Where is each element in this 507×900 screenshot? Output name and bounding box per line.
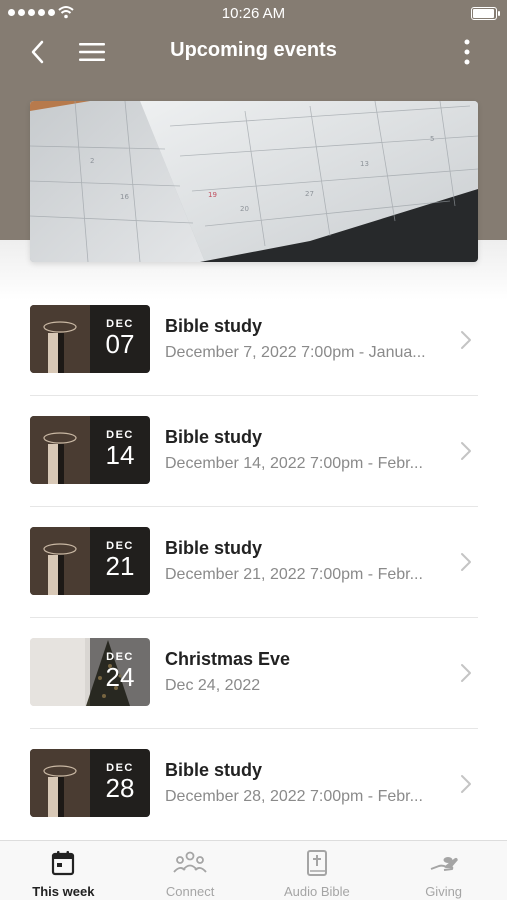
tab-label: Audio Bible xyxy=(283,884,350,899)
tab-label: Connect xyxy=(165,884,215,899)
event-row[interactable]: DEC 14 Bible study December 14, 2022 7:0… xyxy=(30,396,478,507)
calendar-icon xyxy=(52,851,75,876)
event-thumbnail: DEC 28 xyxy=(30,749,150,817)
event-thumbnail: DEC 14 xyxy=(30,416,150,484)
event-title: Bible study xyxy=(165,427,263,447)
tab-label: Giving xyxy=(425,884,463,899)
event-row[interactable]: DEC 24 Christmas Eve Dec 24, 2022 xyxy=(30,618,478,729)
event-row[interactable]: DEC 28 Bible study December 28, 2022 7:0… xyxy=(30,729,478,840)
tab-label: This week xyxy=(32,884,95,899)
tab-this-week[interactable]: This week xyxy=(0,841,127,900)
more-vertical-icon xyxy=(464,39,470,65)
tab-connect[interactable]: Connect xyxy=(127,841,254,900)
event-row[interactable]: DEC 21 Bible study December 21, 2022 7:0… xyxy=(30,507,478,618)
battery-icon xyxy=(471,7,500,20)
event-date-range: December 28, 2022 7:00pm - Febr... xyxy=(165,788,423,805)
date-day: 14 xyxy=(105,440,135,470)
date-badge: DEC 24 xyxy=(90,638,150,706)
status-time: 10:26 AM xyxy=(221,5,286,22)
event-row[interactable]: DEC 07 Bible study December 7, 2022 7:00… xyxy=(30,285,478,396)
date-badge: DEC 28 xyxy=(90,749,150,817)
event-date: Dec 24, 2022 xyxy=(165,677,261,694)
chevron-right-icon xyxy=(461,553,471,571)
date-badge: DEC 14 xyxy=(90,416,150,484)
svg-text:13: 13 xyxy=(360,160,369,168)
event-thumbnail: DEC 21 xyxy=(30,527,150,595)
status-bar: 10:26 AM xyxy=(0,0,507,28)
event-thumbnail: DEC 24 xyxy=(30,638,150,706)
event-title: Bible study xyxy=(165,538,263,558)
event-thumbnail: DEC 07 xyxy=(30,305,150,373)
date-day: 24 xyxy=(105,662,135,692)
svg-text:5: 5 xyxy=(430,135,434,143)
calendar-banner-image: 2 16 20 27 13 5 19 xyxy=(30,101,478,262)
date-day: 07 xyxy=(105,329,135,359)
date-badge: DEC 21 xyxy=(90,527,150,595)
people-icon xyxy=(173,851,207,873)
event-date-range: December 7, 2022 7:00pm - Janua... xyxy=(165,344,426,361)
svg-text:19: 19 xyxy=(208,191,217,199)
svg-text:2: 2 xyxy=(90,157,94,165)
chevron-right-icon xyxy=(461,664,471,682)
event-title: Bible study xyxy=(165,760,263,780)
date-day: 21 xyxy=(105,551,135,581)
navigation-bar: Upcoming events xyxy=(0,28,507,76)
giving-hand-icon xyxy=(430,857,458,871)
date-badge: DEC 07 xyxy=(90,305,150,373)
event-title: Christmas Eve xyxy=(165,649,291,669)
svg-text:16: 16 xyxy=(120,193,129,201)
tab-audio-bible[interactable]: Audio Bible xyxy=(254,841,381,900)
chevron-right-icon xyxy=(461,775,471,793)
event-date-range: December 14, 2022 7:00pm - Febr... xyxy=(165,455,423,472)
event-date-range: December 21, 2022 7:00pm - Febr... xyxy=(165,566,423,583)
page-title: Upcoming events xyxy=(170,39,337,61)
more-options-button[interactable] xyxy=(451,36,483,68)
chevron-right-icon xyxy=(461,331,471,349)
svg-text:20: 20 xyxy=(240,205,249,213)
date-day: 28 xyxy=(105,773,135,803)
tab-giving[interactable]: Giving xyxy=(380,841,507,900)
chevron-right-icon xyxy=(461,442,471,460)
bottom-tab-bar: This week Connect Audio Bible Giving xyxy=(0,840,507,900)
svg-text:27: 27 xyxy=(305,190,314,198)
bible-icon xyxy=(306,850,327,876)
event-title: Bible study xyxy=(165,316,263,336)
event-list: DEC 07 Bible study December 7, 2022 7:00… xyxy=(30,285,478,840)
